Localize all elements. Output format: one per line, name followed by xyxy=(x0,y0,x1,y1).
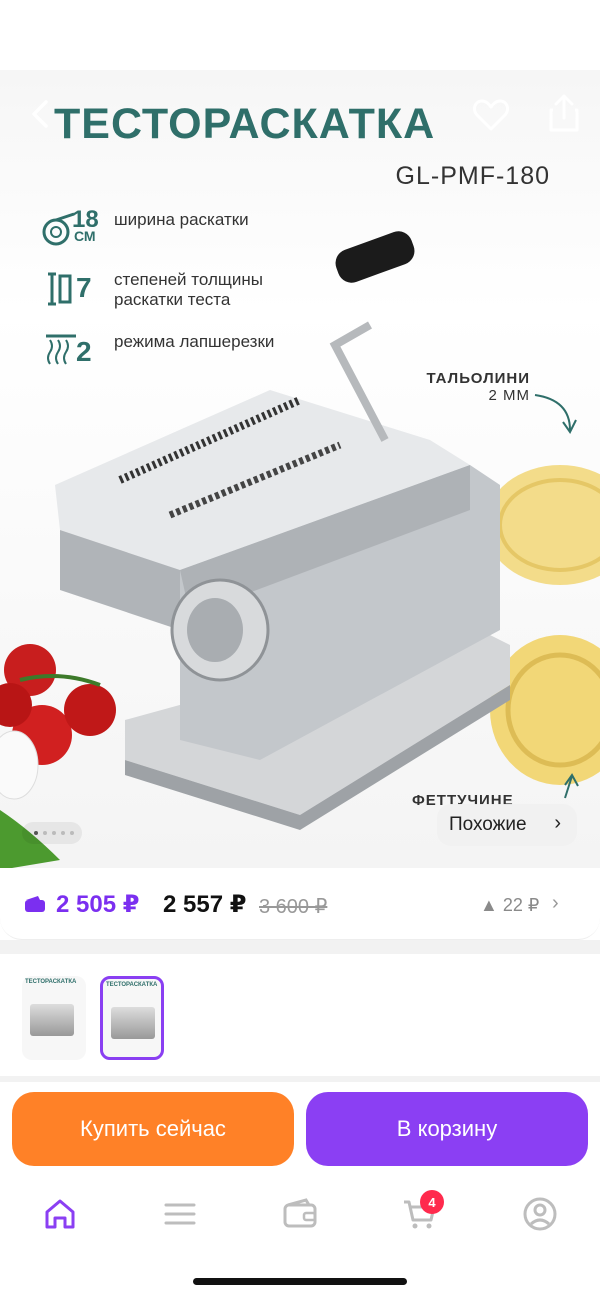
annotation-line: ТАЛЬОЛИНИ xyxy=(426,370,530,387)
chevron-right-icon: › xyxy=(552,892,559,914)
annotation-tagliolini: ТАЛЬОЛИНИ 2 ММ xyxy=(400,370,530,404)
thumbnail-image xyxy=(30,1004,74,1036)
feature-thickness: 7 степеней толщины раскатки теста xyxy=(42,268,302,318)
chevron-right-icon: › xyxy=(554,812,561,834)
wallet-icon[interactable] xyxy=(280,1194,320,1234)
old-price: 3 600 ₽ xyxy=(259,896,328,918)
page-dot xyxy=(61,831,65,835)
cart-count-badge: 4 xyxy=(420,1190,444,1214)
variant-thumbnails: ТЕСТОРАСКАТКА ТЕСТОРАСКАТКА xyxy=(0,954,600,1076)
favorite-heart-icon[interactable] xyxy=(470,94,512,136)
buy-now-button[interactable]: Купить сейчас xyxy=(12,1092,294,1166)
price-row[interactable]: 2 505 ₽ 2 557 ₽ 3 600 ₽ ▲ 22 ₽ › xyxy=(0,868,600,940)
status-bar xyxy=(0,0,600,70)
add-to-cart-button[interactable]: В корзину xyxy=(306,1092,588,1166)
page-dot xyxy=(34,831,38,835)
product-page: ТЕСТОРАСКАТКА GL-PMF-180 18 СМ ширина ра… xyxy=(0,0,600,1297)
wallet-card-icon xyxy=(25,896,45,912)
product-image-gallery[interactable]: ТЕСТОРАСКАТКА GL-PMF-180 18 СМ ширина ра… xyxy=(0,70,600,870)
back-icon[interactable] xyxy=(22,94,62,134)
profile-icon[interactable] xyxy=(520,1194,560,1234)
product-title-banner: ТЕСТОРАСКАТКА xyxy=(54,100,436,148)
home-indicator xyxy=(193,1278,407,1285)
divider xyxy=(0,1076,600,1082)
page-dot xyxy=(52,831,56,835)
regular-price: 2 557 ₽ xyxy=(163,891,247,918)
thumbnail-selected[interactable]: ТЕСТОРАСКАТКА xyxy=(100,976,164,1060)
share-icon[interactable] xyxy=(545,92,583,134)
thumbnail[interactable]: ТЕСТОРАСКАТКА xyxy=(22,976,86,1060)
page-dot xyxy=(70,831,74,835)
feature-width: 18 СМ ширина раскатки xyxy=(42,206,302,258)
home-icon[interactable] xyxy=(40,1194,80,1234)
thumbnail-title: ТЕСТОРАСКАТКА xyxy=(106,982,158,988)
bottom-tab-bar: 4 xyxy=(0,1180,600,1250)
divider xyxy=(0,940,600,954)
catalog-icon[interactable] xyxy=(160,1194,200,1234)
feature-number: 7 xyxy=(76,272,92,303)
noodles-icon xyxy=(46,334,76,365)
price-change: ▲ 22 ₽ xyxy=(480,895,540,915)
feature-number: 2 xyxy=(76,336,92,367)
thickness-icon xyxy=(48,272,72,306)
thumbnail-title: ТЕСТОРАСКАТКА xyxy=(25,979,77,985)
product-model: GL-PMF-180 xyxy=(395,162,550,190)
feature-text: ширина раскатки xyxy=(114,210,249,229)
feature-text: степеней толщины раскатки теста xyxy=(114,270,263,309)
feature-unit: СМ xyxy=(74,228,96,244)
similar-label: Похожие xyxy=(449,814,527,835)
thumbnail-image xyxy=(111,1007,155,1039)
card-price: 2 505 ₽ xyxy=(56,891,140,918)
gallery-pagination xyxy=(22,822,82,844)
annotation-line: 2 ММ xyxy=(488,387,530,404)
similar-button[interactable]: Похожие › xyxy=(437,804,577,846)
feature-text: режима лапшерезки xyxy=(114,332,275,351)
feature-cutter: 2 режима лапшерезки xyxy=(42,330,302,380)
page-dot xyxy=(43,831,47,835)
